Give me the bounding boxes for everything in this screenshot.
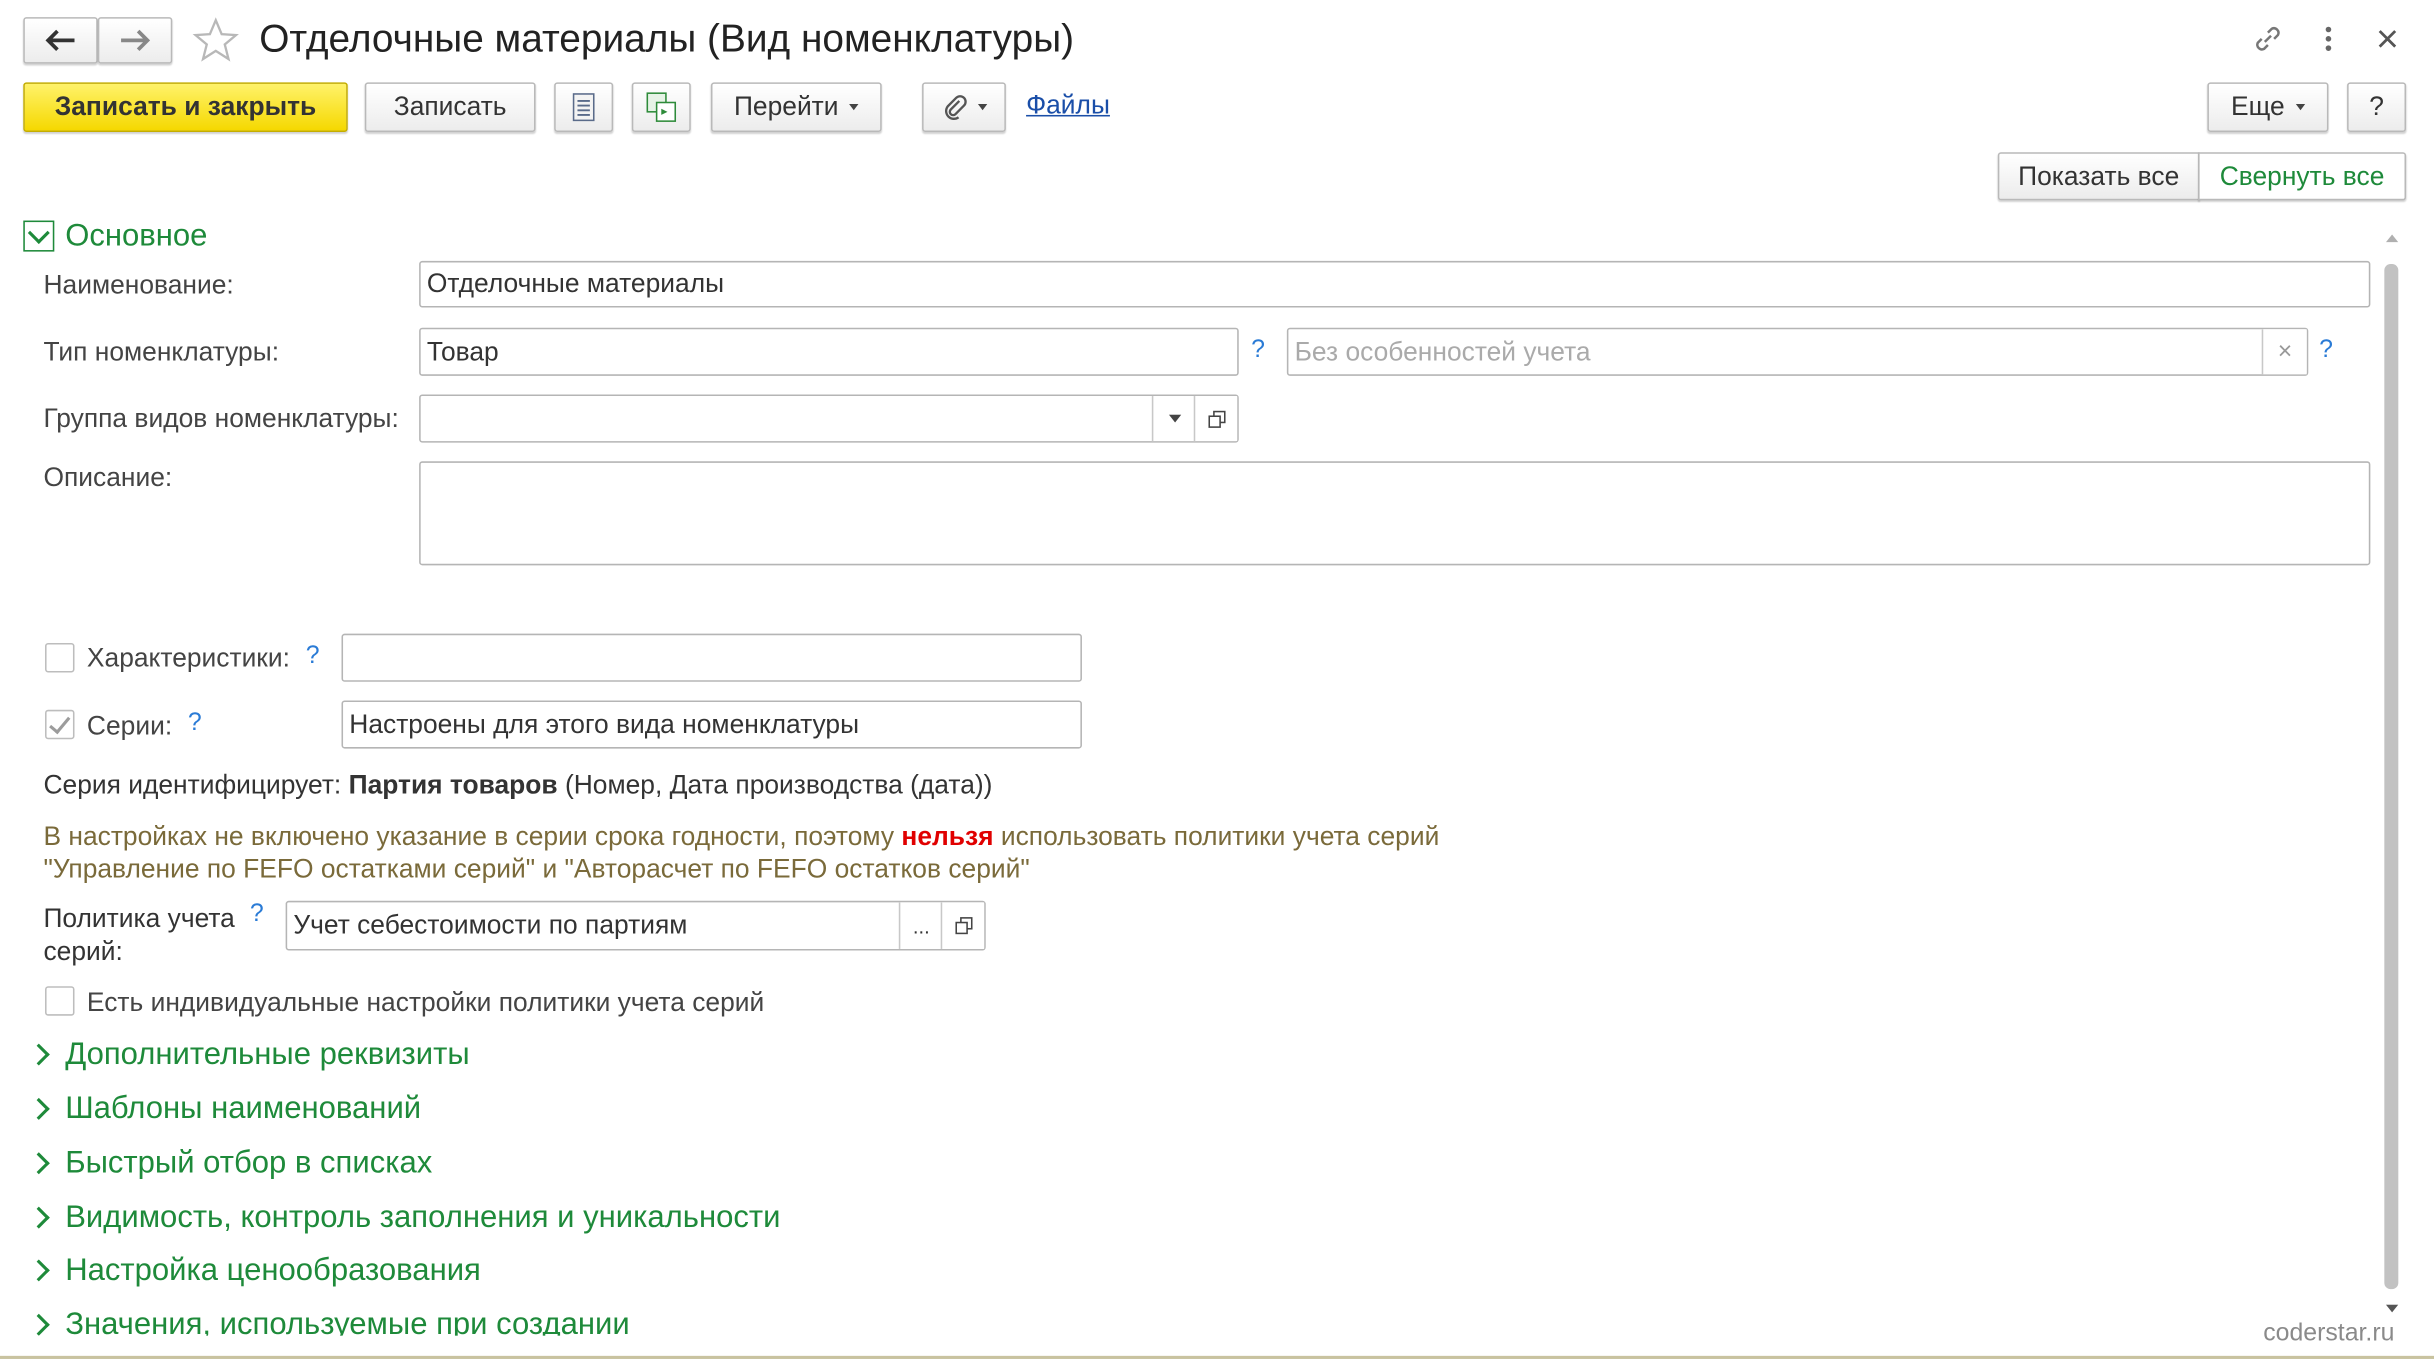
group-dropdown-button[interactable] xyxy=(1151,396,1196,442)
scrollbar-thumb[interactable] xyxy=(2384,264,2399,1290)
characteristics-label: Характеристики: xyxy=(86,642,290,673)
window-title: Отделочные материалы (Вид номенклатуры) xyxy=(259,17,1075,61)
back-button[interactable] xyxy=(23,17,98,64)
series-identifies-text: Серия идентифицирует: Партия товаров (Но… xyxy=(43,770,992,801)
accounting-feature-placeholder: Без особенностей учета xyxy=(1294,336,1591,366)
policy-open-button[interactable] xyxy=(940,902,985,949)
document-list-icon xyxy=(572,93,595,122)
link-icon[interactable] xyxy=(2251,22,2285,56)
accounting-feature-input[interactable]: Без особенностей учета × xyxy=(1286,327,2309,376)
policy-select-button[interactable]: ... xyxy=(898,902,943,949)
bottom-border xyxy=(0,1355,2434,1359)
name-input[interactable]: Отделочные материалы xyxy=(419,260,2371,308)
chevron-right-icon[interactable] xyxy=(27,1097,50,1120)
type-label: Тип номенклатуры: xyxy=(43,337,280,367)
chevron-right-icon[interactable] xyxy=(27,1206,50,1229)
main-group-toggle[interactable] xyxy=(23,220,55,252)
chevron-right-icon[interactable] xyxy=(27,1043,50,1066)
group-label: Группа видов номенклатуры: xyxy=(43,403,399,434)
series-identifies-prefix: Серия идентифицирует: xyxy=(43,770,342,800)
paperclip-icon xyxy=(944,95,966,120)
chevron-down-icon xyxy=(27,221,50,244)
type-help-link[interactable]: ? xyxy=(1251,337,1265,365)
name-label: Наименование: xyxy=(43,270,234,300)
scroll-up-icon[interactable] xyxy=(2385,233,2399,243)
accounting-help-link[interactable]: ? xyxy=(2319,337,2333,365)
watermark: coderstar.ru xyxy=(2263,1320,2395,1347)
policy-help-link[interactable]: ? xyxy=(250,901,264,929)
save-and-close-button[interactable]: Записать и закрыть xyxy=(23,82,348,133)
series-identifies-bold: Партия товаров xyxy=(348,770,558,800)
open-window-icon xyxy=(1207,410,1225,428)
chevron-right-icon[interactable] xyxy=(27,1259,50,1282)
forward-button[interactable] xyxy=(97,17,173,64)
help-button[interactable]: ? xyxy=(2347,82,2407,133)
characteristics-input[interactable] xyxy=(341,633,1082,682)
list-button[interactable] xyxy=(554,82,614,133)
close-icon[interactable] xyxy=(2373,25,2401,53)
warning-forbidden: нельзя xyxy=(901,821,994,852)
collapse-all-button[interactable]: Свернуть все xyxy=(2198,152,2407,201)
chevron-right-icon[interactable] xyxy=(27,1313,50,1336)
scrollbar[interactable] xyxy=(2383,233,2402,1320)
warning-line-1: В настройках не включено указание в сери… xyxy=(43,822,1439,853)
group-quick-filter[interactable]: Быстрый отбор в списках xyxy=(65,1146,432,1182)
series-help-link[interactable]: ? xyxy=(188,710,202,738)
main-group-title[interactable]: Основное xyxy=(65,219,207,255)
group-name-templates[interactable]: Шаблоны наименований xyxy=(65,1092,421,1128)
group-additional-attributes[interactable]: Дополнительные реквизиты xyxy=(65,1037,469,1073)
type-input[interactable]: Товар xyxy=(419,327,1239,376)
more-vertical-icon[interactable] xyxy=(2313,23,2344,54)
save-button[interactable]: Записать xyxy=(364,82,536,133)
policy-value: Учет себестоимости по партиям xyxy=(293,910,688,940)
warning-text-1c: использовать политики учета серий xyxy=(1000,821,1440,852)
characteristics-checkbox[interactable] xyxy=(45,642,75,673)
series-input[interactable]: Настроены для этого вида номенклатуры xyxy=(341,700,1082,749)
structure-button[interactable] xyxy=(631,82,691,133)
group-visibility-control[interactable]: Видимость, контроль заполнения и уникаль… xyxy=(65,1201,780,1237)
policy-label-line-1: Политика учета xyxy=(43,903,235,934)
warning-text-1a: В настройках не включено указание в сери… xyxy=(43,821,895,852)
characteristics-help-link[interactable]: ? xyxy=(306,643,320,671)
files-link[interactable]: Файлы xyxy=(1026,90,1110,121)
chevron-right-icon[interactable] xyxy=(27,1152,50,1175)
series-label: Серии: xyxy=(86,711,173,741)
description-label: Описание: xyxy=(43,462,173,493)
group-open-button[interactable] xyxy=(1193,396,1238,442)
description-textarea[interactable] xyxy=(419,461,2371,566)
arrow-right-icon xyxy=(121,29,151,52)
individual-settings-checkbox[interactable] xyxy=(45,986,75,1016)
series-identifies-rest: (Номер, Дата производства (дата)) xyxy=(564,770,993,800)
individual-settings-label: Есть индивидуальные настройки политики у… xyxy=(86,987,765,1018)
policy-input[interactable]: Учет себестоимости по партиям ... xyxy=(285,900,986,951)
clear-button[interactable]: × xyxy=(2261,329,2307,375)
warning-line-2: "Управление по FEFO остатками серий" и "… xyxy=(43,854,1030,884)
scroll-down-icon[interactable] xyxy=(2385,1304,2399,1314)
arrow-left-icon xyxy=(45,29,75,52)
hierarchy-icon xyxy=(646,92,677,122)
group-input[interactable] xyxy=(419,394,1239,443)
more-label: Еще xyxy=(2230,91,2285,122)
form-window: Отделочные материалы (Вид номенклатуры) … xyxy=(0,0,2434,1359)
goto-menu-button[interactable]: Перейти xyxy=(710,82,882,133)
star-icon[interactable] xyxy=(191,16,241,66)
more-menu-button[interactable]: Еще xyxy=(2207,82,2329,133)
group-pricing-settings[interactable]: Настройка ценообразования xyxy=(65,1253,481,1289)
dropdown-arrow-icon xyxy=(1168,414,1181,423)
policy-label-line-2: серий: xyxy=(43,936,123,967)
bottom-fade xyxy=(0,1335,2376,1358)
open-window-icon xyxy=(954,917,972,935)
series-checkbox[interactable] xyxy=(45,709,75,740)
goto-label: Перейти xyxy=(733,91,839,122)
show-all-button[interactable]: Показать все xyxy=(1997,152,2200,201)
attach-button[interactable] xyxy=(922,82,1006,133)
